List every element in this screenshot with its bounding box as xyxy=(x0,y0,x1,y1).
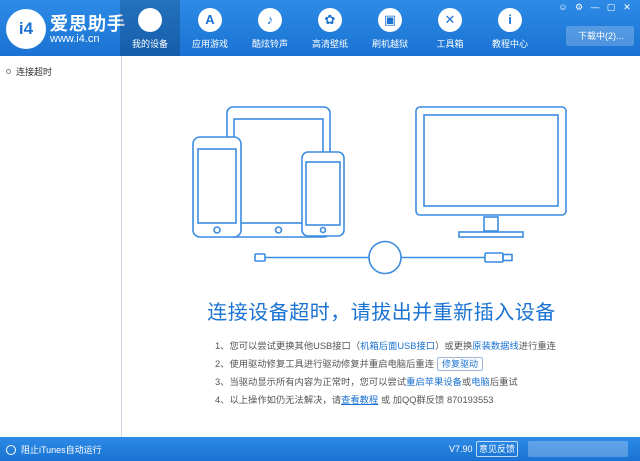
original-cable-hint: 原装数据线 xyxy=(472,341,519,351)
nav-item-tutorials[interactable]: i 教程中心 xyxy=(480,0,540,56)
view-tutorial-link[interactable]: 查看教程 xyxy=(341,395,378,405)
minimize-icon[interactable]: — xyxy=(588,1,602,13)
sidebar: 连接超时 xyxy=(0,56,122,437)
nav-label: 工具箱 xyxy=(436,39,464,49)
status-bar: 阻止iTunes自动运行 V7.90 意见反馈 xyxy=(0,437,640,461)
computer-hint: 电脑 xyxy=(471,377,490,387)
nav-label: 刷机越狱 xyxy=(371,39,408,49)
brand-url: www.i4.cn xyxy=(50,33,100,45)
status-right-button[interactable] xyxy=(528,441,628,457)
step-2: 2、使用驱动修复工具进行驱动修复并重启电脑后重连 修复驱动 xyxy=(215,355,556,373)
nav-label: 应用游戏 xyxy=(191,39,228,49)
phone-small-icon xyxy=(301,151,345,237)
main-nav: 我的设备 A 应用游戏 ♪ 酷炫铃声 ✿ 高清壁纸 ▣ 刷机越狱 ✕ 工具箱 i… xyxy=(120,0,540,56)
nav-label: 教程中心 xyxy=(491,39,528,49)
maximize-icon[interactable]: ▢ xyxy=(604,1,618,13)
version-label: V7.90 xyxy=(449,444,473,454)
nav-label: 我的设备 xyxy=(131,39,168,49)
itunes-toggle[interactable]: 阻止iTunes自动运行 xyxy=(6,443,102,456)
error-headline: 连接设备超时，请拔出并重新插入设备 xyxy=(207,302,556,324)
download-button[interactable]: 下载中(2)... xyxy=(566,26,634,46)
step-1: 1、您可以尝试更换其他USB接口（机箱后面USB接口）或更换原装数据线进行重连 xyxy=(215,341,556,351)
nav-item-wallpapers[interactable]: ✿ 高清壁纸 xyxy=(300,0,360,56)
step-4: 4、以上操作如仍无法解决，请查看教程 或 加QQ群反馈 870193553 xyxy=(215,395,494,405)
troubleshoot-steps: 1、您可以尝试更换其他USB接口（机箱后面USB接口）或更换原装数据线进行重连 … xyxy=(215,337,556,409)
nav-item-apps[interactable]: A 应用游戏 xyxy=(180,0,240,56)
wrench-icon: ✕ xyxy=(438,8,462,32)
monitor-icon xyxy=(415,106,567,238)
nav-label: 高清壁纸 xyxy=(311,39,348,49)
nav-label: 酷炫铃声 xyxy=(251,39,288,49)
fix-driver-button[interactable]: 修复驱动 xyxy=(437,357,484,371)
nav-item-flash-jailbreak[interactable]: ▣ 刷机越狱 xyxy=(360,0,420,56)
usb-port-hint: 机箱后面USB接口 xyxy=(360,341,436,351)
status-dot-icon xyxy=(6,69,11,74)
restart-device-hint: 重启苹果设备 xyxy=(406,377,462,387)
nav-item-ringtones[interactable]: ♪ 酷炫铃声 xyxy=(240,0,300,56)
app-store-icon: A xyxy=(198,8,222,32)
box-icon: ▣ xyxy=(378,8,402,32)
top-bar: i4 爱思助手 www.i4.cn 我的设备 A 应用游戏 ♪ 酷炫铃声 ✿ 高… xyxy=(0,0,640,56)
phone-large-icon xyxy=(192,136,242,238)
app-window: i4 爱思助手 www.i4.cn 我的设备 A 应用游戏 ♪ 酷炫铃声 ✿ 高… xyxy=(0,0,640,461)
block-icon xyxy=(6,444,16,455)
skin-icon[interactable]: ☺ xyxy=(556,1,570,13)
main-panel: 连接设备超时，请拔出并重新插入设备 1、您可以尝试更换其他USB接口（机箱后面U… xyxy=(123,56,640,437)
nav-item-toolbox[interactable]: ✕ 工具箱 xyxy=(420,0,480,56)
sidebar-item-label: 连接超时 xyxy=(16,67,53,77)
settings-icon[interactable]: ⚙ xyxy=(572,1,586,13)
itunes-toggle-label: 阻止iTunes自动运行 xyxy=(21,445,102,455)
logo-icon: i4 xyxy=(6,9,46,49)
apple-icon xyxy=(138,8,162,32)
devices-illustration xyxy=(192,106,567,275)
sidebar-item-connection-timeout[interactable]: 连接超时 xyxy=(6,65,52,78)
close-icon[interactable]: ✕ xyxy=(620,1,634,13)
flower-icon: ✿ xyxy=(318,8,342,32)
info-icon: i xyxy=(498,8,522,32)
nav-item-my-device[interactable]: 我的设备 xyxy=(120,0,180,56)
step-3: 3、当驱动显示所有内容为正常时，您可以尝试重启苹果设备或电脑后重试 xyxy=(215,377,518,387)
bell-icon: ♪ xyxy=(258,8,282,32)
usb-cable-icon xyxy=(254,240,513,275)
feedback-button[interactable]: 意见反馈 xyxy=(476,441,518,457)
window-controls: ☺ ⚙ — ▢ ✕ xyxy=(556,1,634,13)
